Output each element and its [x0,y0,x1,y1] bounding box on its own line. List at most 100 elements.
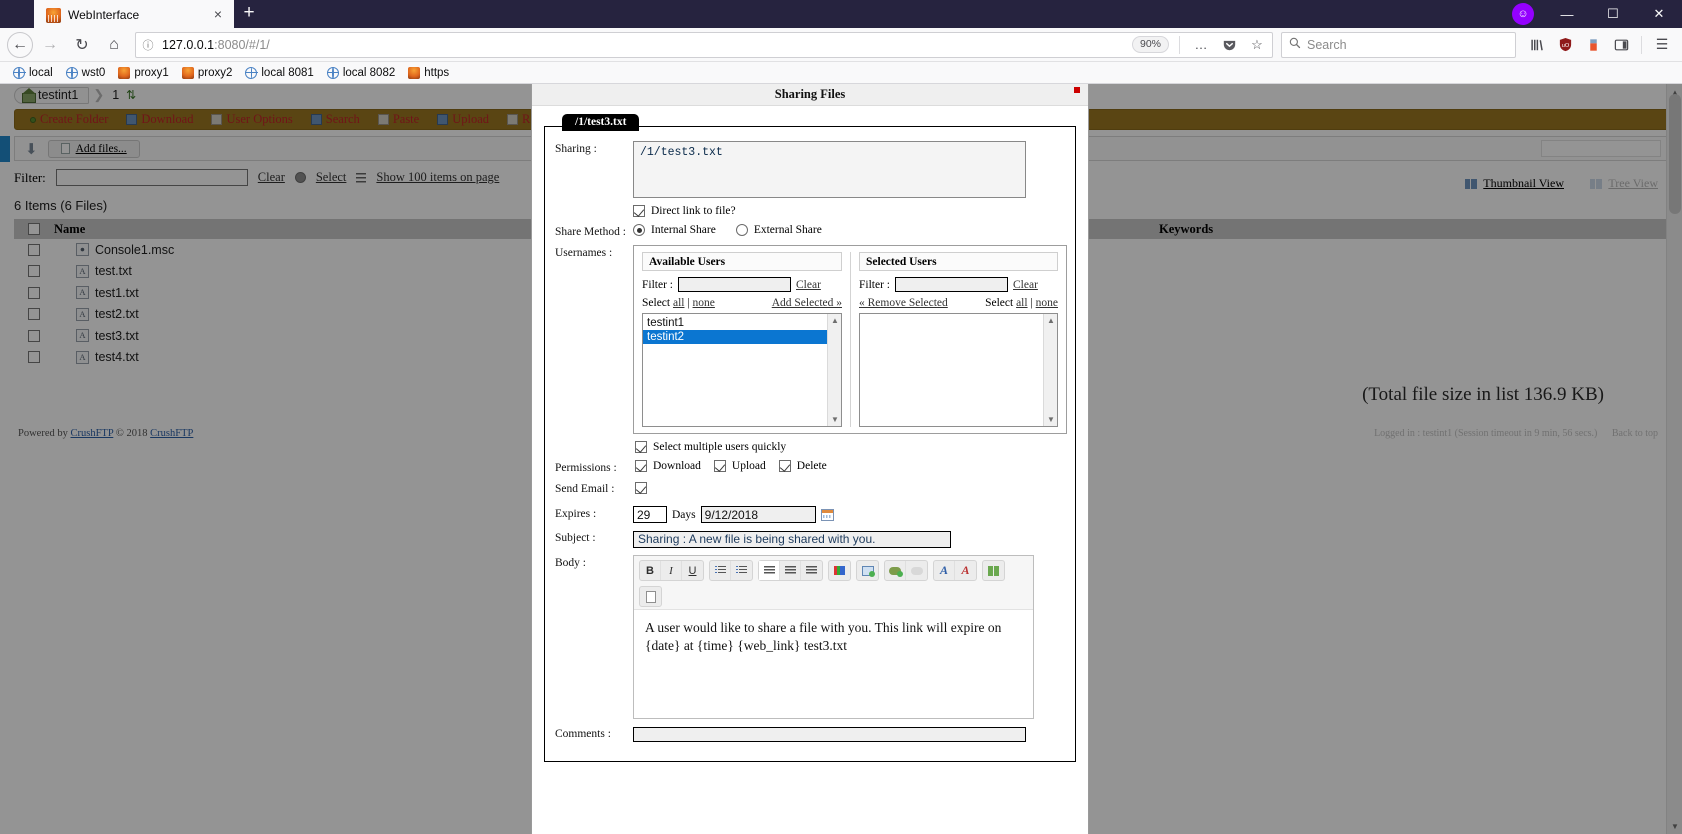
color-palette-icon[interactable] [829,561,850,580]
align-left-icon[interactable] [759,561,780,580]
upload-permission-checkbox[interactable] [713,460,726,472]
font-color-icon[interactable]: A [934,561,955,580]
remove-selected-link[interactable]: « Remove Selected [859,297,948,309]
dialog-title: Sharing Files [774,87,846,101]
italic-icon[interactable]: I [661,561,682,580]
firefox-account-icon[interactable]: ☺ [1512,3,1534,25]
send-email-checkbox[interactable] [635,482,647,494]
calendar-icon[interactable] [820,508,834,521]
comments-input[interactable] [633,727,1026,742]
unlink-icon[interactable] [906,561,927,580]
available-select-label: Select [642,297,671,309]
sharing-paths-textarea[interactable]: /1/test3.txt [633,141,1026,198]
close-icon[interactable] [1074,87,1080,93]
send-email-label: Send Email : [555,483,615,495]
align-right-icon[interactable] [801,561,822,580]
pocket-icon[interactable] [1218,34,1240,56]
minimize-button[interactable]: — [1544,0,1590,28]
reload-button[interactable]: ↻ [67,31,97,59]
share-method-options: Internal Share External Share [633,224,1065,236]
selected-select-none-link[interactable]: none [1036,297,1058,309]
insert-link-icon[interactable] [885,561,906,580]
expires-date-input[interactable] [700,506,816,523]
search-bar[interactable]: Search [1281,31,1516,58]
page-actions-icon[interactable]: … [1190,34,1212,56]
background-color-icon[interactable]: A [955,561,976,580]
home-button[interactable]: ⌂ [99,31,129,59]
close-tab-icon[interactable]: × [210,7,226,23]
zoom-level-badge[interactable]: 90% [1131,36,1169,53]
selected-users-filter-input[interactable] [895,277,1008,292]
available-users-scrollbar[interactable]: ▲ ▼ [827,314,841,426]
selected-filter-clear-link[interactable]: Clear [1013,279,1038,291]
selected-users-scrollbar[interactable]: ▲ ▼ [1043,314,1057,426]
ublock-icon[interactable]: uO [1552,32,1578,58]
bookmark-proxy1[interactable]: proxy1 [113,66,174,80]
available-select-all-link[interactable]: all [673,297,685,309]
multi-select-checkbox-row[interactable]: Select multiple users quickly [633,441,1065,453]
page-info-icon[interactable]: ⓘ [140,37,156,53]
maximize-button[interactable]: ☐ [1590,0,1636,28]
available-filter-clear-link[interactable]: Clear [796,279,821,291]
extension-icon[interactable] [1580,32,1606,58]
radio-internal-share[interactable]: Internal Share [633,224,716,236]
address-bar[interactable]: ⓘ 127.0.0.1:8080/#/1/ 90% … ☆ [135,31,1273,58]
library-icon[interactable] [1524,32,1550,58]
browser-tab[interactable]: WebInterface × [34,0,234,28]
selected-select-all-link[interactable]: all [1016,297,1028,309]
direct-link-checkbox-row[interactable]: Direct link to file? [633,205,1065,217]
selected-users-list[interactable]: ▲ ▼ [859,313,1058,427]
internal-share-radio[interactable] [633,224,645,236]
list-item[interactable]: testint1 [643,316,827,330]
sidebar-icon[interactable] [1608,32,1634,58]
available-users-filter-input[interactable] [678,277,791,292]
bookmark-star-icon[interactable]: ☆ [1246,34,1268,56]
unordered-list-icon[interactable] [731,561,752,580]
bookmark-local-8082[interactable]: local 8082 [322,66,400,80]
back-button[interactable]: ← [7,31,33,58]
download-permission-checkbox[interactable] [635,460,647,472]
bold-icon[interactable]: B [640,561,661,580]
permission-delete[interactable]: Delete [778,460,827,472]
insert-image-icon[interactable] [857,561,878,580]
bookmark-local[interactable]: local [8,66,58,80]
new-tab-button[interactable]: + [234,0,264,28]
scroll-down-arrow[interactable]: ▼ [828,413,842,426]
editor-group-link [884,560,928,581]
bookmark-label: proxy1 [134,66,169,79]
bookmark-proxy2[interactable]: proxy2 [177,66,238,80]
source-view-icon[interactable] [640,587,661,606]
scroll-down-arrow[interactable]: ▼ [1044,413,1058,426]
permission-upload[interactable]: Upload [713,460,766,472]
scroll-up-arrow[interactable]: ▲ [828,314,842,327]
bookmark-local-8081[interactable]: local 8081 [240,66,318,80]
delete-permission-checkbox[interactable] [778,460,791,472]
underline-icon[interactable]: U [682,561,703,580]
internal-share-label: Internal Share [651,224,716,236]
subject-input[interactable] [633,530,951,548]
available-select-group: Select all | none [642,297,715,309]
external-share-radio[interactable] [735,224,748,236]
permission-download[interactable]: Download [635,460,701,472]
bookmark-wst0[interactable]: wst0 [61,66,111,80]
ordered-list-icon[interactable] [710,561,731,580]
scroll-up-arrow[interactable]: ▲ [1044,314,1058,327]
bookmark-https[interactable]: https [403,66,454,80]
permissions-control: Download Upload Delete [633,460,1065,472]
expires-days-input[interactable] [633,506,667,523]
list-item[interactable]: testint2 [643,330,827,344]
email-body-text[interactable]: A user would like to share a file with y… [634,610,1033,718]
svg-text:uO: uO [1561,43,1569,49]
add-selected-link[interactable]: Add Selected » [772,297,842,309]
radio-external-share[interactable]: External Share [735,224,822,236]
align-center-icon[interactable] [780,561,801,580]
close-window-button[interactable]: ✕ [1636,0,1682,28]
forward-button[interactable]: → [35,31,65,59]
table-icon[interactable] [983,561,1004,580]
hamburger-menu-icon[interactable]: ☰ [1649,32,1675,58]
select-multiple-users-checkbox[interactable] [635,441,647,453]
direct-link-checkbox[interactable] [633,205,645,217]
available-users-list[interactable]: testint1 testint2 ▲ ▼ [642,313,842,427]
available-select-none-link[interactable]: none [693,297,715,309]
body-row: Body : B I U A A A user would like to sh… [555,555,1065,719]
